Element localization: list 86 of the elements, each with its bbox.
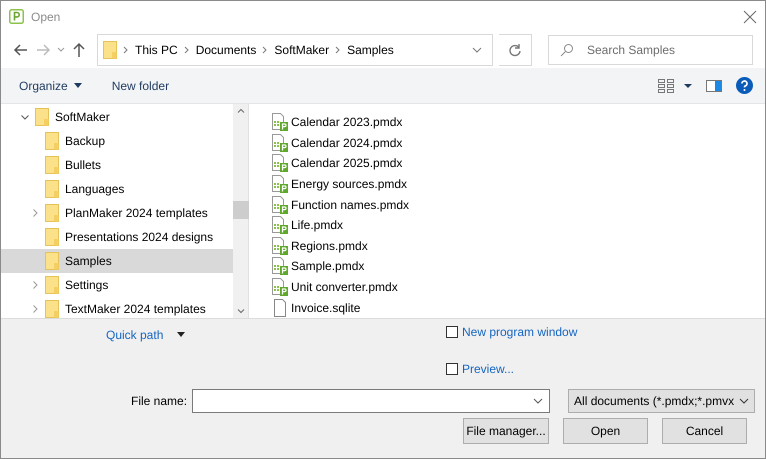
spreadsheet-file-icon [271,134,289,152]
folder-icon [45,252,59,270]
tree-item[interactable]: Settings [1,273,233,297]
folder-icon [45,132,59,150]
folder-icon [35,108,49,126]
tree-item[interactable]: TextMaker 2024 templates [1,297,233,321]
quick-path-link[interactable]: Quick path [106,328,164,342]
preview-pane-icon[interactable] [706,78,722,92]
tree-item[interactable]: PlanMaker 2024 templates [1,201,233,225]
file-item[interactable]: Unit converter.pmdx [271,276,765,298]
folder-icon [45,204,59,222]
file-item[interactable]: Calendar 2023.pmdx [271,112,765,133]
folder-icon [45,180,59,198]
refresh-button[interactable] [499,34,532,66]
breadcrumb-item[interactable]: This PC [135,43,178,57]
checkbox[interactable] [446,326,458,338]
scrollbar[interactable] [233,104,249,318]
new-folder-button[interactable]: New folder [112,76,170,94]
checkbox[interactable] [446,363,458,375]
tree-item[interactable]: Backup [1,129,233,153]
breadcrumb-item[interactable]: Documents [196,43,256,57]
spreadsheet-file-icon [271,113,289,132]
chevron-icon [123,46,129,54]
search-icon [560,43,574,57]
search-field[interactable]: Search Samples [548,35,753,65]
spreadsheet-file-icon [271,196,289,214]
view-options-icon[interactable] [658,78,692,92]
expand-chevron-icon[interactable] [31,281,39,289]
folder-icon [45,276,59,294]
dialog-button[interactable]: File manager... [463,418,549,444]
spreadsheet-file-icon [271,236,289,255]
chevron-icon [184,46,190,54]
expand-chevron-icon[interactable] [31,209,39,217]
file-name-field[interactable] [192,389,550,413]
tree-item[interactable]: Presentations 2024 designs [1,225,233,249]
chevron-icon [335,46,342,54]
dropdown-icon[interactable] [177,332,186,337]
scroll-down-icon[interactable] [236,309,244,314]
tree-item[interactable]: Languages [1,177,233,201]
spreadsheet-file-icon [271,278,289,296]
organize-button[interactable]: Organize [19,76,82,94]
refresh-icon [508,43,522,57]
file-item[interactable]: Energy sources.pmdx [271,174,765,194]
help-icon[interactable] [736,77,753,94]
window-title: Open [31,10,60,24]
file-type-dropdown[interactable]: All documents (*.pmdx;*.pmvx [568,389,756,413]
up-arrow-icon[interactable] [71,42,87,58]
scroll-thumb[interactable] [233,201,249,219]
file-item[interactable]: Regions.pmdx [271,236,765,256]
dialog-button[interactable]: Open [563,418,648,444]
chevron-icon [262,46,268,54]
dropdown-icon[interactable] [533,398,544,404]
close-icon[interactable] [743,10,757,24]
spreadsheet-file-icon [271,216,289,234]
folder-icon [103,41,117,59]
file-item[interactable]: Invoice.sqlite [271,297,765,318]
scroll-up-icon[interactable] [236,108,244,113]
app-logo-icon [9,9,24,24]
tree-item[interactable]: Samples [1,249,233,273]
collapse-chevron-icon[interactable] [21,113,29,121]
file-item[interactable]: Calendar 2024.pmdx [271,132,765,154]
spreadsheet-file-icon [271,154,289,172]
back-arrow-icon[interactable] [13,42,29,58]
option-label[interactable]: New program window [462,325,578,339]
folder-icon [45,156,59,174]
dialog-button[interactable]: Cancel [662,418,747,444]
dropdown-icon[interactable] [739,398,750,404]
option-label[interactable]: Preview... [462,362,514,376]
file-item[interactable]: Life.pmdx [271,214,765,236]
caret-icon [74,83,82,88]
folder-icon [45,300,59,318]
folder-icon [45,228,59,246]
file-icon [271,298,289,317]
tree-item[interactable]: Bullets [1,153,233,177]
file-item[interactable]: Calendar 2025.pmdx [271,153,765,174]
breadcrumb-item[interactable]: Samples [347,43,394,57]
spreadsheet-file-icon [271,257,289,276]
tree-item[interactable]: SoftMaker [1,105,233,129]
expand-chevron-icon[interactable] [31,305,39,313]
spreadsheet-file-icon [271,175,289,194]
file-name-label: File name: [131,394,188,408]
breadcrumb-item[interactable]: SoftMaker [274,43,330,57]
file-item[interactable]: Function names.pmdx [271,194,765,215]
file-item[interactable]: Sample.pmdx [271,256,765,277]
address-bar[interactable]: This PC Documents SoftMaker Samples [97,34,493,66]
recent-dropdown-icon[interactable] [57,47,65,53]
